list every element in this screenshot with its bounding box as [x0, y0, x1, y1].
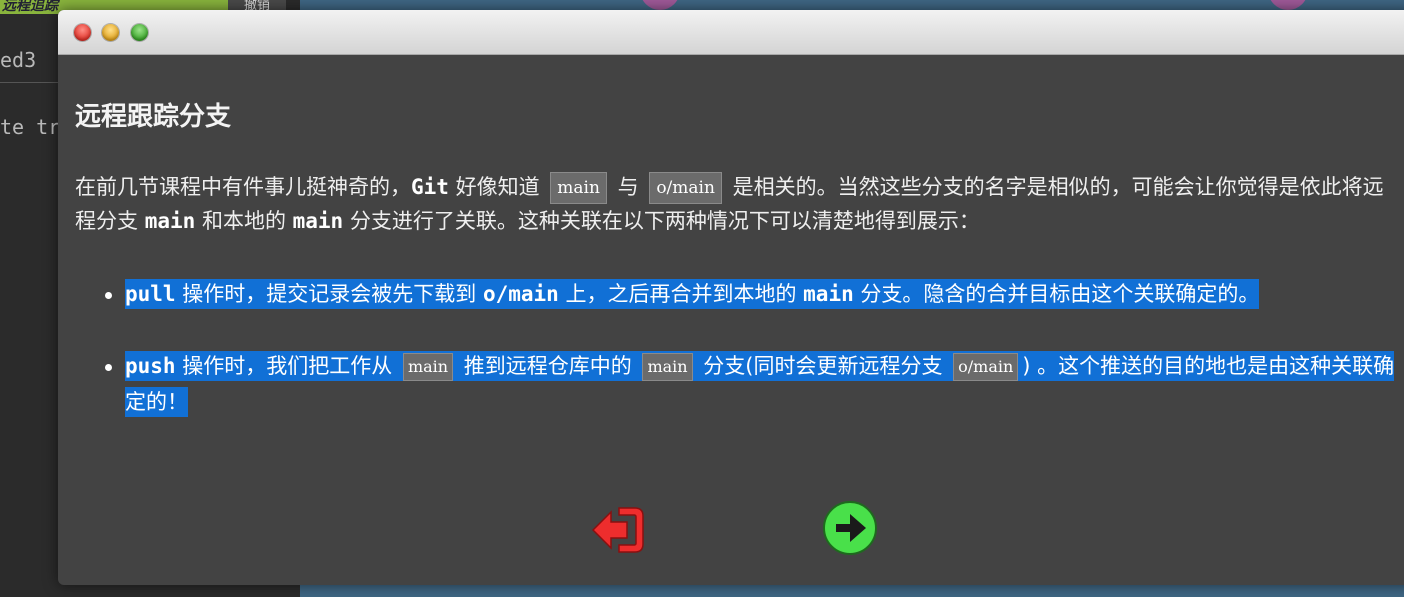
dialog-title: 远程跟踪分支 [75, 102, 232, 132]
branch-tag: main [642, 353, 693, 381]
close-button[interactable] [74, 24, 91, 41]
text: 上，之后再合并到本地的 [558, 282, 804, 306]
text: 分支进行了关联。这种关联在以下两种情况下可以清楚地得到展示： [343, 209, 980, 233]
selected-text: push 操作时，我们把工作从 main 推到远程仓库中的 main 分支(同时… [125, 351, 1395, 417]
text: 在前几节课程中有件事儿挺神奇的， [75, 175, 411, 199]
text: 操作时，我们把工作从 [175, 354, 399, 378]
inline-code: Git [411, 175, 449, 199]
text: 分支(同时会更新远程分支 [696, 354, 950, 378]
list-item: pull 操作时，提交记录会被先下载到 o/main 上，之后再合并到本地的 m… [105, 276, 1404, 312]
commit-node [1268, 0, 1308, 10]
zoom-button[interactable] [131, 24, 148, 41]
branch-tag: o/main [649, 172, 722, 204]
text: 与 [610, 175, 646, 199]
list-item: push 操作时，我们把工作从 main 推到远程仓库中的 main 分支(同时… [105, 348, 1404, 420]
bullet-list: pull 操作时，提交记录会被先下载到 o/main 上，之后再合并到本地的 m… [105, 276, 1404, 456]
exit-left-icon[interactable] [589, 502, 649, 558]
inline-code: main [144, 209, 196, 233]
commit-node [640, 0, 680, 10]
background-code-line: te tr [0, 115, 61, 139]
intro-paragraph: 在前几节课程中有件事儿挺神奇的，Git 好像知道 main 与 o/main 是… [75, 170, 1395, 238]
branch-tag: main [402, 353, 454, 381]
tutorial-dialog: 远程跟踪分支 在前几节课程中有件事儿挺神奇的，Git 好像知道 main 与 o… [58, 10, 1404, 585]
text: 和本地的 [195, 209, 293, 233]
text: 推到远程仓库中的 [457, 354, 639, 378]
text: 好像知道 [448, 175, 547, 199]
branch-tag: o/main [953, 353, 1019, 381]
inline-code: o/main [482, 282, 559, 306]
inline-code: pull [125, 282, 176, 306]
inline-code: push [125, 354, 176, 378]
arrow-right-circle-icon[interactable] [822, 500, 878, 556]
selected-text: pull 操作时，提交记录会被先下载到 o/main 上，之后再合并到本地的 m… [125, 279, 1260, 309]
title-bar[interactable] [58, 10, 1404, 55]
text: 分支。隐含的合并目标由这个关联确定的。 [853, 282, 1260, 306]
inline-code: main [292, 209, 344, 233]
branch-tag: main [550, 172, 607, 204]
background-code-line: ed3 [0, 48, 37, 72]
minimize-button[interactable] [102, 24, 119, 41]
inline-code: main [803, 282, 854, 306]
text: 操作时，提交记录会被先下载到 [175, 282, 483, 306]
